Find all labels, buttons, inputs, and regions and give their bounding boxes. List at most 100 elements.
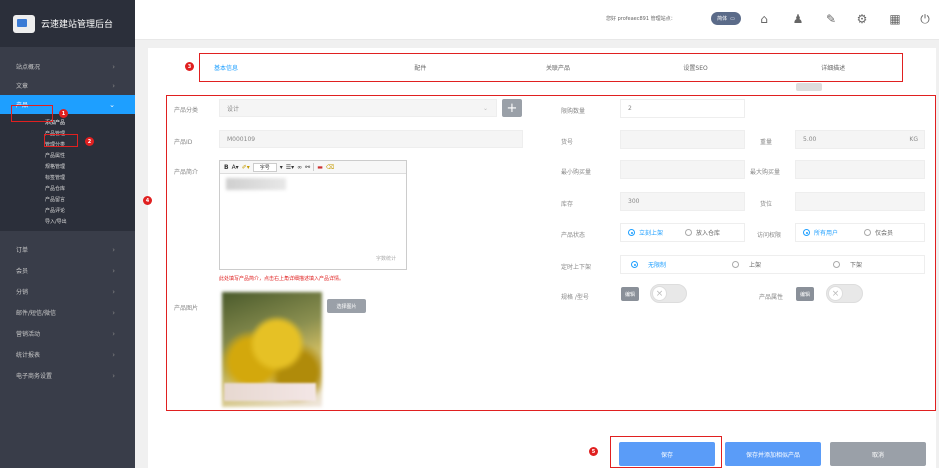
spec-label: 规格 /型号 xyxy=(561,294,589,301)
bold-icon[interactable]: B xyxy=(224,164,229,171)
sku-label: 货号 xyxy=(561,139,574,146)
chevron-down-icon: ⌄ xyxy=(482,104,488,112)
status-option-publish[interactable]: 立刻上架 xyxy=(628,228,663,237)
attrs-toggle[interactable]: × xyxy=(826,284,863,303)
intro-rich-editor[interactable]: B A▾ ✐▾ 字号 ▾ ☰▾ ∞ ⚯ ▬ ⌫ 字数统计 xyxy=(219,160,407,270)
sidebar-item-orders[interactable]: 订单 › xyxy=(0,239,135,260)
attrs-edit-button[interactable]: 编辑 xyxy=(796,287,814,301)
monitor-icon: ▭ xyxy=(730,15,735,22)
location-label: 货位 xyxy=(760,201,773,208)
chevron-down-icon: ⌄ xyxy=(109,100,115,109)
attrs-label: 产品属性 xyxy=(759,294,784,301)
tab-basic-info[interactable]: 基本信息 xyxy=(200,53,352,81)
products-submenu: 添加产品 产品管理 管理分类 产品属性 规格管理 标签管理 产品仓库 产品留言 … xyxy=(0,114,135,231)
access-option-members[interactable]: 仅会员 xyxy=(864,228,893,237)
editor-toolbar: B A▾ ✐▾ 字号 ▾ ☰▾ ∞ ⚯ ▬ ⌫ xyxy=(220,161,406,174)
sidebar-item-ecommerce-settings[interactable]: 电子商务设置 › xyxy=(0,365,135,386)
sidebar-item-members[interactable]: 会员 › xyxy=(0,260,135,281)
tab-seo[interactable]: 设置SEO xyxy=(627,53,765,81)
annotation-badge-2: 2 xyxy=(85,137,94,146)
product-id-label: 产品ID xyxy=(174,139,193,146)
font-size-select[interactable]: 字号 xyxy=(252,162,277,172)
spec-edit-button[interactable]: 编辑 xyxy=(621,287,639,301)
subitem-import-export[interactable]: 导入/导出 xyxy=(0,217,135,228)
sidebar-item-articles[interactable]: 文章 › xyxy=(0,76,135,95)
app-logo[interactable]: 云速建站管理后台 xyxy=(0,0,135,47)
weight-label: 重量 xyxy=(760,139,773,146)
schedule-label: 定时上下架 xyxy=(561,264,592,271)
chevron-right-icon: › xyxy=(112,308,115,317)
chevron-right-icon: › xyxy=(112,371,115,380)
sidebar-item-distribution[interactable]: 分销 › xyxy=(0,281,135,302)
image-icon[interactable]: ▬ xyxy=(317,164,323,171)
highlight-icon[interactable]: ✐▾ xyxy=(242,164,250,171)
link-icon[interactable]: ∞ xyxy=(297,164,302,171)
tab-bar: 基本信息 配件 关联产品 设置SEO 详细描述 xyxy=(200,53,902,81)
logo-icon xyxy=(13,14,35,33)
sidebar-item-reports[interactable]: 统计报表 › xyxy=(0,344,135,365)
subitem-reviews[interactable]: 产品评论 xyxy=(0,206,135,217)
subitem-attributes[interactable]: 产品属性 xyxy=(0,151,135,162)
location-field[interactable] xyxy=(795,192,925,211)
cancel-button[interactable]: 取消 xyxy=(830,442,926,466)
subitem-messages[interactable]: 产品留言 xyxy=(0,195,135,206)
stock-label: 库存 xyxy=(561,201,574,208)
weight-field[interactable]: 5.00 KG xyxy=(795,130,925,149)
weight-unit: KG xyxy=(909,136,918,143)
grid-icon[interactable]: ▦ xyxy=(886,10,904,28)
spec-toggle[interactable]: × xyxy=(650,284,687,303)
access-option-all[interactable]: 所有用户 xyxy=(803,228,838,237)
subitem-specs[interactable]: 规格管理 xyxy=(0,162,135,173)
user-icon[interactable]: ♟ xyxy=(789,10,807,28)
sidebar-item-overview[interactable]: 站点概况 › xyxy=(0,57,135,76)
unlink-icon[interactable]: ⚯ xyxy=(305,164,310,171)
subitem-product-manage[interactable]: 产品管理 xyxy=(0,129,135,140)
intro-hint: 此处填写产品简介，点击右上角详细描述填入产品详情。 xyxy=(219,276,345,282)
category-select[interactable]: 设计 ⌄ xyxy=(219,99,497,117)
share-icon[interactable]: ✎ xyxy=(822,10,840,28)
chevron-right-icon: › xyxy=(112,350,115,359)
eraser-icon[interactable]: ⌫ xyxy=(326,164,334,171)
home-icon[interactable]: ⌂ xyxy=(755,10,773,28)
list-icon[interactable]: ☰▾ xyxy=(286,164,294,171)
close-icon: × xyxy=(652,286,667,301)
choose-image-button[interactable]: 选择图片 xyxy=(327,299,366,313)
font-color-icon[interactable]: A▾ xyxy=(232,164,239,171)
app-title: 云速建站管理后台 xyxy=(41,20,114,30)
status-option-warehouse[interactable]: 放入仓库 xyxy=(685,228,720,237)
subitem-category[interactable]: 管理分类 xyxy=(0,140,135,151)
sku-field[interactable] xyxy=(620,130,745,149)
product-id-field[interactable]: M000109 xyxy=(219,130,523,148)
add-category-button[interactable]: + xyxy=(502,99,522,117)
power-icon[interactable]: ⏻ xyxy=(916,10,934,28)
subitem-add-product[interactable]: 添加产品 xyxy=(0,118,135,129)
chevron-right-icon: › xyxy=(112,81,115,90)
sidebar: 云速建站管理后台 站点概况 › 文章 › 产品 ⌄ 添加产品 产品管理 管理分类 产品… xyxy=(0,0,135,468)
max-qty-field[interactable] xyxy=(795,160,925,179)
subitem-tags[interactable]: 标签管理 xyxy=(0,173,135,184)
category-label: 产品分类 xyxy=(174,107,199,114)
chevron-right-icon: › xyxy=(112,62,115,71)
schedule-option-off[interactable]: 下架 xyxy=(833,260,862,269)
save-button[interactable]: 保存 xyxy=(619,442,715,466)
annotation-badge-1: 1 xyxy=(59,109,68,118)
top-bar: 您好 profeaec891 管理站点： 简体 ▭ ⌂ ♟ ✎ ⚙ ▦ ⏻ xyxy=(135,0,939,40)
schedule-radio-group: 无限制 上架 下架 xyxy=(620,255,925,274)
schedule-option-on[interactable]: 上架 xyxy=(732,260,833,269)
language-selector[interactable]: 简体 ▭ xyxy=(711,12,741,25)
tab-related-products[interactable]: 关联产品 xyxy=(489,53,627,81)
stock-field[interactable]: 300 xyxy=(620,192,745,211)
sidebar-item-messaging[interactable]: 邮件/短信/微信 › xyxy=(0,302,135,323)
min-qty-field[interactable] xyxy=(620,160,745,179)
tab-detail-description[interactable]: 详细描述 xyxy=(764,53,902,81)
chevron-right-icon: › xyxy=(112,287,115,296)
sidebar-item-marketing[interactable]: 营销活动 › xyxy=(0,323,135,344)
tab-accessories[interactable]: 配件 xyxy=(352,53,490,81)
save-and-add-button[interactable]: 保存并添加相似产品 xyxy=(725,442,821,466)
subitem-warehouse[interactable]: 产品仓库 xyxy=(0,184,135,195)
image-caption-blurred xyxy=(224,383,316,401)
limit-qty-field[interactable]: 2 xyxy=(620,99,745,118)
gear-icon[interactable]: ⚙ xyxy=(853,10,871,28)
schedule-option-unlimited[interactable]: 无限制 xyxy=(631,260,732,269)
align-icon[interactable]: ▾ xyxy=(280,164,283,171)
